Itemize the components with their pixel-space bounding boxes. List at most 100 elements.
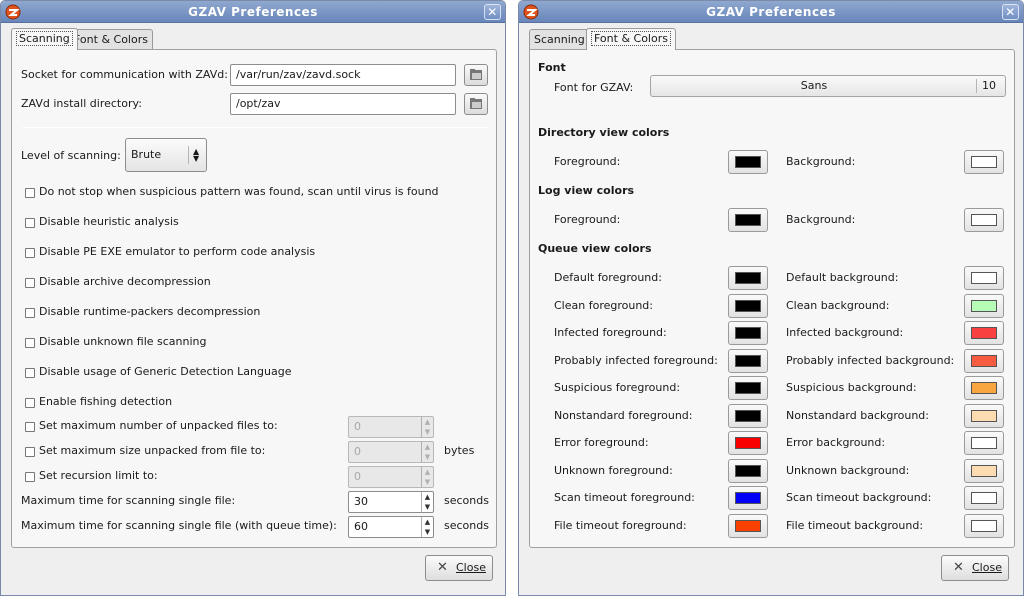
fg-color-swatch[interactable] bbox=[728, 348, 768, 373]
scan-option-label: Enable fishing detection bbox=[39, 395, 173, 408]
font-heading: Font bbox=[538, 61, 566, 74]
font-picker-button[interactable]: Sans 10 bbox=[650, 75, 1006, 97]
max-size-checkbox[interactable] bbox=[25, 447, 35, 457]
window-close-icon[interactable]: ✕ bbox=[484, 4, 501, 20]
spin-arrows-icon[interactable]: ▲ ▼ bbox=[421, 492, 433, 512]
max-time-unit: seconds bbox=[444, 494, 489, 507]
tab-scanning-label: Scanning bbox=[534, 33, 585, 46]
fg-color-swatch[interactable] bbox=[728, 513, 768, 538]
recursion-checkbox[interactable] bbox=[25, 472, 35, 482]
title-bar[interactable]: GZAV Preferences ✕ bbox=[519, 1, 1023, 23]
scan-option-label: Disable heuristic analysis bbox=[39, 215, 179, 228]
max-files-spinner[interactable]: 0 ▲ ▼ bbox=[348, 416, 434, 438]
bg-color-swatch[interactable] bbox=[964, 266, 1004, 290]
scan-option-checkbox[interactable] bbox=[25, 248, 35, 258]
fg-color-label: Probably infected foreground: bbox=[554, 353, 718, 367]
fg-color-label: Default foreground: bbox=[554, 271, 662, 284]
scan-option-checkbox[interactable] bbox=[25, 278, 35, 288]
max-files-label: Set maximum number of unpacked files to: bbox=[39, 419, 278, 432]
title-bar[interactable]: GZAV Preferences ✕ bbox=[1, 1, 505, 23]
level-label: Level of scanning: bbox=[21, 149, 121, 162]
recursion-spinner[interactable]: 0 ▲ ▼ bbox=[348, 466, 434, 488]
max-time-label: Maximum time for scanning single file: bbox=[21, 494, 236, 507]
bg-color-swatch[interactable] bbox=[964, 293, 1004, 318]
bg-color-swatch[interactable] bbox=[964, 376, 1004, 400]
color-swatch-fill bbox=[735, 519, 761, 532]
font-label: Font for GZAV: bbox=[554, 81, 634, 94]
tab-font-colors[interactable]: Font & Colors bbox=[69, 29, 153, 50]
tab-scanning[interactable]: Scanning bbox=[529, 29, 590, 50]
close-button-label: Close bbox=[972, 561, 1002, 574]
bg-color-swatch[interactable] bbox=[964, 431, 1004, 455]
fg-color-swatch[interactable] bbox=[728, 403, 768, 428]
fg-color-label: File timeout foreground: bbox=[554, 518, 687, 532]
bg-color-swatch[interactable] bbox=[964, 348, 1004, 373]
close-button-label: Close bbox=[456, 561, 486, 574]
color-swatch-fill bbox=[971, 437, 997, 449]
spin-arrows-icon[interactable]: ▲ ▼ bbox=[421, 442, 433, 462]
fg-color-swatch[interactable] bbox=[728, 321, 768, 345]
scan-option-checkbox[interactable] bbox=[25, 188, 35, 198]
color-swatch-fill bbox=[971, 382, 997, 394]
max-time-queue-spinner[interactable]: 60 ▲ ▼ bbox=[348, 516, 434, 538]
scan-option-checkbox[interactable] bbox=[25, 338, 35, 348]
scan-option-checkbox[interactable] bbox=[25, 218, 35, 228]
socket-input[interactable]: /var/run/zav/zavd.sock bbox=[230, 64, 456, 86]
bg-color-swatch[interactable] bbox=[964, 208, 1004, 232]
font-size: 10 bbox=[982, 79, 996, 92]
fg-color-swatch[interactable] bbox=[728, 208, 768, 232]
scan-option-label: Do not stop when suspicious pattern was … bbox=[39, 185, 439, 198]
app-icon bbox=[5, 4, 21, 20]
level-combo[interactable]: Brute ▲ ▼ bbox=[125, 138, 207, 172]
spin-arrows-icon[interactable]: ▲ ▼ bbox=[421, 517, 433, 537]
scan-option-checkbox[interactable] bbox=[25, 308, 35, 318]
bg-color-label: Infected background: bbox=[786, 326, 904, 339]
spinner-value: 0 bbox=[354, 470, 361, 483]
fg-color-swatch[interactable] bbox=[728, 293, 768, 318]
spin-arrows-icon[interactable]: ▲ ▼ bbox=[421, 467, 433, 487]
tab-font-colors[interactable]: Font & Colors bbox=[586, 28, 676, 50]
install-dir-browse-button[interactable] bbox=[464, 93, 488, 115]
bg-color-swatch[interactable] bbox=[964, 486, 1004, 510]
fg-color-swatch[interactable] bbox=[728, 431, 768, 455]
socket-browse-button[interactable] bbox=[464, 64, 488, 86]
color-swatch-fill bbox=[735, 299, 761, 312]
bg-color-label: File timeout background: bbox=[786, 518, 924, 532]
tab-font-colors-label: Font & Colors bbox=[591, 31, 671, 46]
font-colors-panel: Font Font for GZAV: Sans 10 Directory vi… bbox=[529, 49, 1015, 548]
bg-color-swatch[interactable] bbox=[964, 458, 1004, 483]
fg-color-swatch[interactable] bbox=[728, 486, 768, 510]
max-files-checkbox[interactable] bbox=[25, 422, 35, 432]
fg-color-swatch[interactable] bbox=[728, 376, 768, 400]
fg-color-swatch[interactable] bbox=[728, 266, 768, 290]
color-swatch-fill bbox=[971, 409, 997, 422]
color-swatch-fill bbox=[971, 354, 997, 367]
bg-color-swatch[interactable] bbox=[964, 150, 1004, 174]
close-button[interactable]: ✕ Close bbox=[425, 555, 493, 581]
scan-option-checkbox[interactable] bbox=[25, 368, 35, 378]
fg-color-swatch[interactable] bbox=[728, 458, 768, 483]
fg-color-swatch[interactable] bbox=[728, 150, 768, 174]
preferences-window-font-colors: GZAV Preferences ✕ Scanning Font & Color… bbox=[518, 0, 1024, 596]
max-size-label: Set maximum size unpacked from file to: bbox=[39, 444, 266, 457]
scan-option-checkbox[interactable] bbox=[25, 398, 35, 408]
recursion-label: Set recursion limit to: bbox=[39, 469, 158, 482]
max-size-spinner[interactable]: 0 ▲ ▼ bbox=[348, 441, 434, 463]
window-close-icon[interactable]: ✕ bbox=[1002, 4, 1019, 20]
bg-color-swatch[interactable] bbox=[964, 513, 1004, 538]
bg-color-swatch[interactable] bbox=[964, 321, 1004, 345]
spin-arrows-icon[interactable]: ▲ ▼ bbox=[421, 417, 433, 437]
install-dir-input[interactable]: /opt/zav bbox=[230, 93, 456, 115]
fg-color-label: Clean foreground: bbox=[554, 298, 653, 312]
window-title: GZAV Preferences bbox=[706, 5, 836, 19]
color-swatch-fill bbox=[971, 156, 997, 168]
folder-icon bbox=[470, 69, 482, 80]
bg-color-label: Background: bbox=[786, 155, 856, 168]
max-time-spinner[interactable]: 30 ▲ ▼ bbox=[348, 491, 434, 513]
bg-color-swatch[interactable] bbox=[964, 403, 1004, 428]
tab-scanning[interactable]: Scanning bbox=[11, 28, 78, 50]
color-swatch-fill bbox=[971, 519, 997, 532]
close-button[interactable]: ✕ Close bbox=[941, 555, 1009, 581]
fg-color-label: Nonstandard foreground: bbox=[554, 408, 693, 422]
separator bbox=[22, 127, 488, 128]
